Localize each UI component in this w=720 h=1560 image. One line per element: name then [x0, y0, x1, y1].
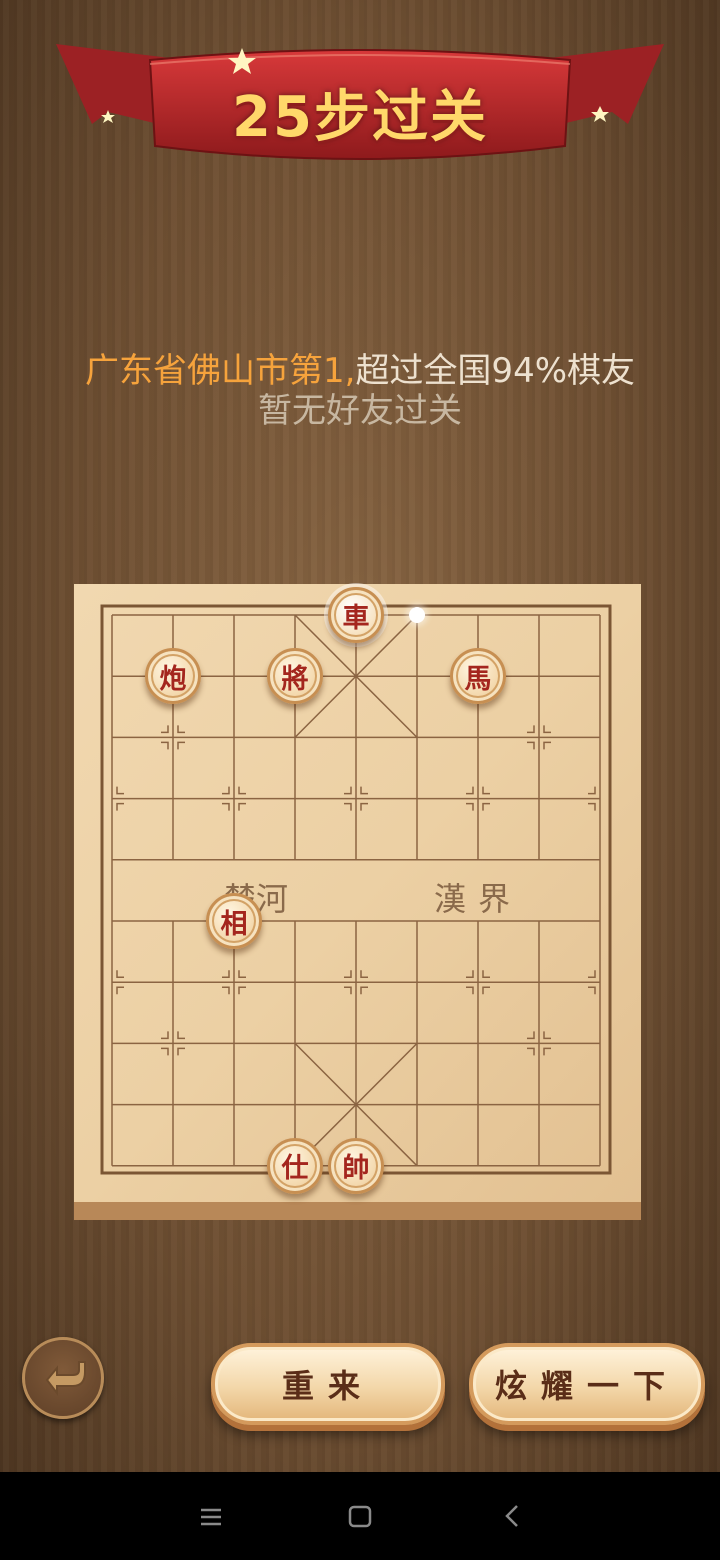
river-label-right: 漢界 — [434, 880, 522, 918]
chevron-left-icon[interactable] — [500, 1494, 526, 1538]
square-home-icon[interactable] — [347, 1494, 373, 1538]
friends-status: 暂无好友过关 — [258, 391, 462, 431]
chess-board[interactable]: 楚河 漢界 車炮將馬相仕帥 — [74, 584, 641, 1220]
back-button[interactable] — [22, 1337, 104, 1419]
piece-elephant[interactable]: 相 — [206, 893, 262, 949]
rank-percentile: 超过全国94%棋友 — [355, 351, 636, 391]
rank-summary: 广东省佛山市第1,超过全国94%棋友 — [0, 350, 720, 392]
piece-marshal[interactable]: 帥 — [328, 1137, 384, 1194]
piece-horse[interactable]: 馬 — [450, 648, 506, 705]
piece-chariot[interactable]: 車 — [328, 587, 384, 643]
piece-advisor[interactable]: 仕 — [267, 1137, 323, 1194]
return-arrow-icon — [45, 1361, 86, 1396]
level-title: 25步过关 — [232, 85, 488, 150]
rank-location: 广东省佛山市第1, — [84, 351, 356, 391]
restart-button[interactable]: 重来 — [211, 1343, 445, 1425]
move-target-dot[interactable] — [409, 607, 425, 623]
share-button[interactable]: 炫耀一下 — [469, 1343, 705, 1425]
menu-icon[interactable] — [198, 1494, 224, 1538]
piece-general[interactable]: 將 — [267, 648, 323, 705]
level-banner: 25步过关 — [0, 0, 720, 190]
system-nav-bar — [0, 1472, 720, 1560]
piece-cannon[interactable]: 炮 — [145, 648, 201, 705]
